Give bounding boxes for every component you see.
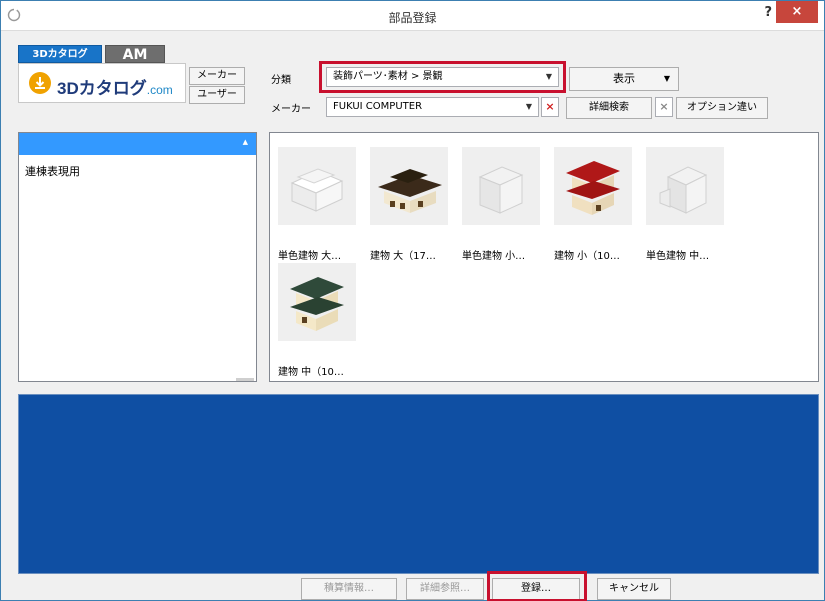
thumbnail-caption: 単色建物 中… — [646, 251, 710, 262]
chevron-down-icon: ▼ — [525, 102, 532, 111]
estimate-info-button[interactable]: 積算情報… — [301, 578, 397, 600]
thumbnail-caption: 建物 大（17… — [370, 251, 436, 262]
title-bar: 部品登録 ? × — [1, 1, 824, 31]
catalog-logo: 3Dカタログ.com — [18, 63, 186, 103]
user-source-button[interactable]: ユーザー — [189, 86, 245, 104]
collapse-icon[interactable]: ▲ — [243, 138, 248, 146]
thumbnail-item[interactable]: 建物 中（10… — [278, 263, 364, 378]
logo-text: 3Dカタログ.com — [57, 79, 173, 98]
house-thumbnail-image — [646, 147, 724, 225]
tab-am[interactable]: AM — [105, 45, 165, 63]
thumbnail-item[interactable]: 建物 大（17… — [370, 147, 456, 262]
window-title: 部品登録 — [388, 11, 437, 25]
thumbnail-item[interactable]: 単色建物 大… — [278, 147, 364, 262]
clear-search-button[interactable]: × — [655, 97, 673, 117]
maker-source-button[interactable]: メーカー — [189, 67, 245, 85]
category-tree[interactable]: ▲ 連棟表現用 — [18, 132, 257, 382]
thumbnail-caption: 建物 小（10… — [554, 251, 620, 262]
clear-maker-button[interactable]: × — [541, 97, 559, 117]
display-label: 表示 — [613, 72, 635, 85]
cancel-button[interactable]: キャンセル — [597, 578, 671, 600]
house-thumbnail-image — [370, 147, 448, 225]
category-highlight — [319, 61, 566, 93]
house-thumbnail-image — [278, 263, 356, 341]
list-item[interactable]: 連棟表現用 — [25, 163, 80, 179]
maker-select[interactable]: FUKUI COMPUTER ▼ — [326, 97, 539, 117]
selected-row[interactable]: ▲ — [19, 133, 256, 155]
thumbnail-caption: 単色建物 小… — [462, 251, 526, 262]
thumbnail-item[interactable]: 単色建物 小… — [462, 147, 548, 262]
maker-label: メーカー — [271, 104, 311, 115]
category-label: 分類 — [271, 75, 291, 86]
download-icon — [29, 72, 51, 94]
thumbnail-caption: 建物 中（10… — [278, 367, 344, 378]
help-button[interactable]: ? — [764, 5, 772, 20]
close-button[interactable]: × — [776, 1, 818, 23]
house-thumbnail-image — [278, 147, 356, 225]
display-button[interactable]: 表示 ▼ — [569, 67, 679, 91]
thumbnail-item[interactable]: 建物 小（10… — [554, 147, 640, 262]
resize-handle[interactable] — [236, 378, 254, 381]
thumbnail-item[interactable]: 単色建物 中… — [646, 147, 732, 262]
house-thumbnail-image — [554, 147, 632, 225]
detail-reference-button[interactable]: 詳細参照… — [406, 578, 484, 600]
dialog-window: 部品登録 ? × 3Dカタログ AM 3Dカタログ.com メーカー ユーザー … — [0, 0, 825, 601]
detail-search-button[interactable]: 詳細検索 — [566, 97, 652, 119]
register-highlight — [487, 571, 587, 601]
option-diff-button[interactable]: オプション違い — [676, 97, 768, 119]
tab-3d-catalog[interactable]: 3Dカタログ — [18, 45, 102, 63]
maker-value: FUKUI COMPUTER — [333, 101, 423, 112]
house-thumbnail-image — [462, 147, 540, 225]
thumbnail-caption: 単色建物 大… — [278, 251, 342, 262]
thumbnail-panel: 単色建物 大… 建物 大（17… 単色建物 小… 建物 小（10… 単色建物 中… — [269, 132, 819, 382]
preview-panel — [18, 394, 819, 574]
chevron-down-icon: ▼ — [663, 74, 670, 83]
